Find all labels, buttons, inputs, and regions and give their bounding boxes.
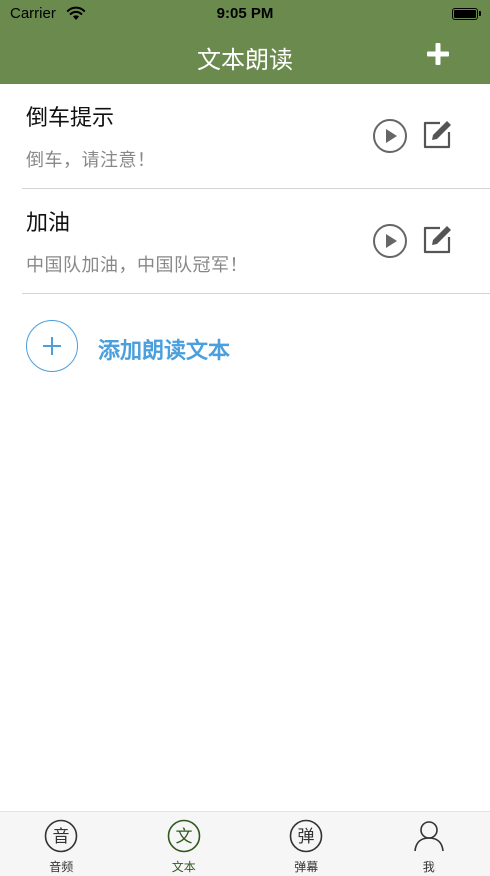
plus-circle-icon[interactable] <box>26 320 78 372</box>
page-title: 文本朗读 <box>197 46 293 74</box>
item-subtitle: 中国队加油，中国队冠军！ <box>26 255 248 276</box>
tab-danmaku[interactable]: 弹 弹幕 <box>245 812 368 876</box>
tab-label: 弹幕 <box>294 860 319 874</box>
status-time: 9:05 PM <box>216 5 274 22</box>
svg-text:弹: 弹 <box>298 827 315 847</box>
person-icon <box>413 821 444 852</box>
svg-text:文: 文 <box>175 827 192 847</box>
item-subtitle: 倒车，请注意！ <box>26 150 156 171</box>
audio-tab-icon: 音 <box>44 819 78 853</box>
edit-icon[interactable] <box>420 223 454 257</box>
svg-text:音: 音 <box>53 827 70 847</box>
list-item[interactable]: 加油 中国队加油，中国队冠军！ <box>22 189 490 294</box>
plus-icon[interactable] <box>424 40 452 68</box>
text-tab-icon: 文 <box>167 819 200 853</box>
status-bar: Carrier 9:05 PM <box>0 0 490 28</box>
play-icon[interactable] <box>372 118 408 154</box>
tab-audio[interactable]: 音 音频 <box>0 812 123 876</box>
battery-tip <box>479 11 481 16</box>
list-item[interactable]: 倒车提示 倒车，请注意！ <box>22 84 490 189</box>
nav-bar: 文本朗读 <box>0 28 490 84</box>
battery-icon <box>452 8 478 20</box>
tab-text[interactable]: 文 文本 <box>123 812 246 876</box>
tab-bar: 音 音频 文 文本 弹 弹幕 我 <box>0 811 490 876</box>
item-title: 加油 <box>26 211 71 236</box>
item-title: 倒车提示 <box>26 106 115 131</box>
tab-me[interactable]: 我 <box>368 812 490 876</box>
edit-icon[interactable] <box>420 118 454 152</box>
tab-label: 文本 <box>171 860 196 874</box>
add-text-label: 添加朗读文本 <box>98 339 231 364</box>
tab-label: 我 <box>422 860 435 874</box>
tab-label: 音频 <box>49 860 74 874</box>
play-icon[interactable] <box>372 223 408 259</box>
danmaku-tab-icon: 弹 <box>289 819 323 853</box>
text-list: 倒车提示 倒车，请注意！ 加油 中国队加油，中国队冠军！ <box>0 84 490 294</box>
add-text-button[interactable]: 添加朗读文本 <box>26 320 326 376</box>
